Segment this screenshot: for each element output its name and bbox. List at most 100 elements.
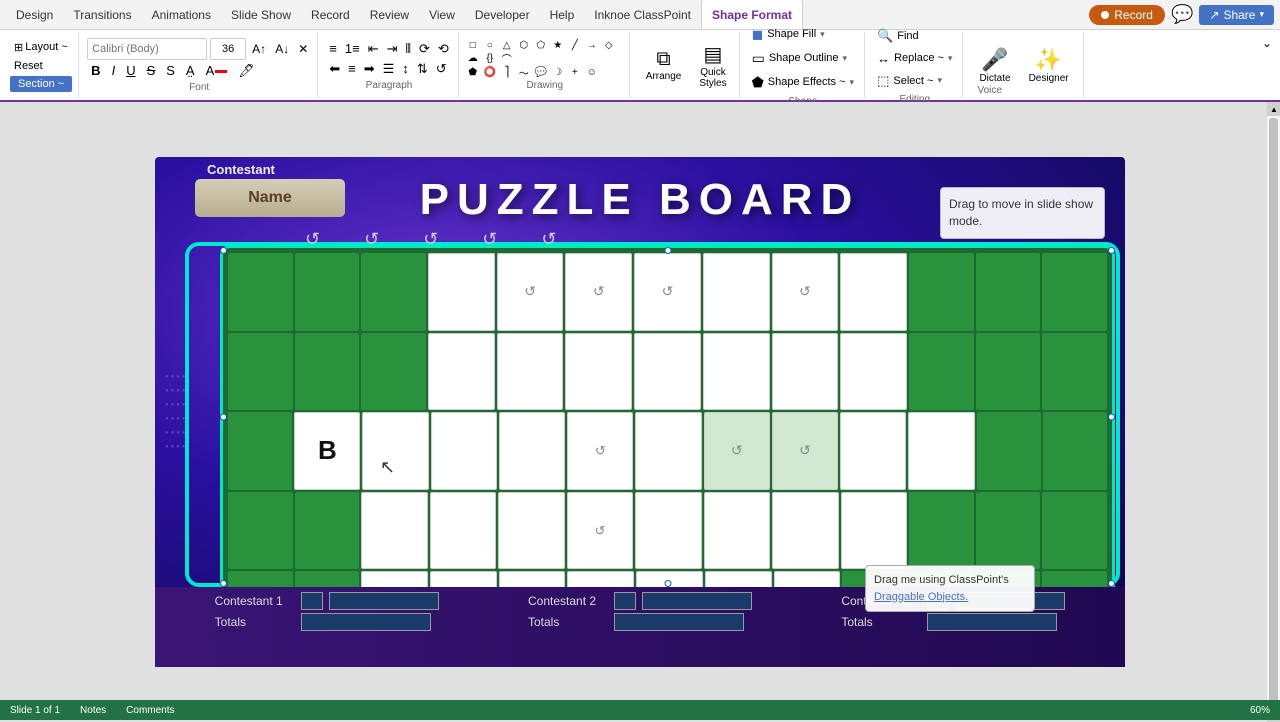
cell-1-7-rot[interactable]: ↺: [634, 253, 701, 331]
tab-transitions[interactable]: Transitions: [63, 1, 141, 29]
layout-icon: ⊞: [14, 41, 23, 54]
shape-moon[interactable]: ☽: [550, 66, 566, 78]
tab-help[interactable]: Help: [540, 1, 585, 29]
shape-ellipse[interactable]: ⭕: [482, 66, 498, 78]
replace-button[interactable]: ↔ Replace ~ ▾: [873, 49, 956, 68]
tab-view[interactable]: View: [419, 1, 465, 29]
shape-para[interactable]: ⬟: [465, 66, 481, 78]
tab-slideshow[interactable]: Slide Show: [221, 1, 301, 29]
shape-plus[interactable]: +: [567, 66, 583, 78]
clear-format-button[interactable]: ✕: [295, 41, 311, 57]
select-button[interactable]: ⬚ Select ~ ▾: [873, 71, 956, 91]
arrange-button[interactable]: ⧉ Arrange: [638, 45, 690, 85]
shape-brace[interactable]: ⎤: [499, 66, 515, 78]
find-button[interactable]: 🔍 Find: [873, 26, 956, 46]
contestant-3-total-box[interactable]: [927, 613, 1057, 631]
tab-classpoint[interactable]: Inknoe ClassPoint: [584, 1, 701, 29]
numbering-button[interactable]: 1≡: [342, 40, 363, 57]
share-button[interactable]: ↗ Share ▾: [1199, 5, 1274, 25]
contestant-1-box-lg[interactable]: [329, 592, 439, 610]
decrease-indent-button[interactable]: ⇤: [365, 40, 382, 58]
cell-3-6-rot[interactable]: ↺: [567, 412, 633, 490]
vertical-scrollbar[interactable]: ▲ ▼: [1266, 102, 1280, 722]
layout-button[interactable]: ⊞ Layout ~: [10, 39, 72, 56]
status-comments[interactable]: Comments: [126, 705, 174, 716]
smartart-button[interactable]: ⟲: [435, 40, 452, 58]
shape-hex[interactable]: ⬡: [516, 39, 532, 51]
font-size-input[interactable]: [210, 38, 246, 60]
tab-design[interactable]: Design: [6, 1, 63, 29]
shape-diamond[interactable]: ◇: [601, 39, 617, 51]
designer-button[interactable]: ✨ Designer: [1023, 44, 1075, 87]
shape-effects-button[interactable]: ⬟ Shape Effects ~ ▾: [748, 72, 858, 93]
cell-4-6-rot[interactable]: ↺: [567, 492, 634, 570]
contestant-2-box-sm[interactable]: [614, 592, 636, 610]
name-box[interactable]: Name: [195, 179, 345, 217]
contestant-2-score: Contestant 2 Totals: [528, 592, 752, 631]
scroll-thumb[interactable]: [1269, 118, 1278, 706]
tab-record[interactable]: Record: [301, 1, 360, 29]
comment-button[interactable]: 💬: [1171, 4, 1193, 25]
cell-1-9-rot[interactable]: ↺: [772, 253, 839, 331]
shape-callout[interactable]: 💬: [533, 66, 549, 78]
shape-outline-button[interactable]: ▭ Shape Outline ▾: [748, 48, 858, 69]
tab-developer[interactable]: Developer: [465, 1, 540, 29]
shape-line[interactable]: ╱: [567, 39, 583, 51]
cell-3-9-rot[interactable]: ↺: [772, 412, 838, 490]
font-name-input[interactable]: [87, 38, 207, 60]
shape-star[interactable]: ★: [550, 39, 566, 51]
quick-styles-button[interactable]: ▤ QuickStyles: [693, 39, 732, 92]
status-notes[interactable]: Notes: [80, 705, 106, 716]
text-direction-button[interactable]: ⇅: [414, 60, 431, 78]
ribbon-collapse-button[interactable]: ⌄: [1258, 32, 1276, 98]
contestant-2-box-lg[interactable]: [642, 592, 752, 610]
underline-button[interactable]: U: [122, 62, 139, 79]
contestant-2-total-box[interactable]: [614, 613, 744, 631]
reset-button[interactable]: Reset: [10, 58, 47, 74]
shape-outline-icon: ▭: [752, 50, 765, 67]
record-dot-icon: [1101, 11, 1109, 19]
direction-button[interactable]: ⟳: [416, 40, 433, 58]
justify-button[interactable]: ☰: [380, 60, 398, 78]
shape-wave[interactable]: 〜: [516, 66, 532, 78]
shape-oct[interactable]: ⬠: [533, 39, 549, 51]
char-spacing-button[interactable]: A̤: [182, 62, 199, 79]
shape-bracket[interactable]: {}: [482, 52, 498, 64]
shape-tri[interactable]: △: [499, 39, 515, 51]
shape-cloud[interactable]: ☁: [465, 52, 481, 64]
shape-arrow[interactable]: →: [584, 39, 600, 51]
tab-animations[interactable]: Animations: [142, 1, 221, 29]
shape-smiley[interactable]: ☺: [584, 66, 600, 78]
align-right-button[interactable]: ➡: [361, 60, 378, 78]
tab-review[interactable]: Review: [360, 1, 419, 29]
shape-circle[interactable]: ○: [482, 39, 498, 51]
align-center-button[interactable]: ≡: [345, 60, 359, 77]
bold-button[interactable]: B: [87, 62, 104, 79]
strikethrough-button[interactable]: S: [143, 62, 160, 79]
font-color-button[interactable]: A: [202, 62, 232, 79]
highlight-button[interactable]: 🖊: [234, 62, 259, 80]
dictate-button[interactable]: 🎤 Dictate: [973, 44, 1016, 87]
bullets-button[interactable]: ≡: [326, 40, 340, 57]
contestant-1-total-box[interactable]: [301, 613, 431, 631]
shape-curve[interactable]: ⌒: [499, 52, 515, 64]
scroll-up-button[interactable]: ▲: [1267, 102, 1280, 116]
columns-button[interactable]: ⫴: [403, 40, 414, 58]
increase-font-button[interactable]: A↑: [249, 41, 269, 57]
decrease-font-button[interactable]: A↓: [272, 41, 292, 57]
cell-1-6-rot[interactable]: ↺: [565, 253, 632, 331]
line-spacing-button[interactable]: ↕: [399, 60, 412, 77]
cell-1-5-rot[interactable]: ↺: [497, 253, 564, 331]
convert-button[interactable]: ↺: [433, 60, 450, 78]
shadow-button[interactable]: S: [162, 62, 179, 79]
increase-indent-button[interactable]: ⇥: [384, 40, 401, 58]
shape-fill-button[interactable]: ◼ Shape Fill ▾: [748, 24, 858, 45]
cp-hint-link[interactable]: Draggable Objects.: [874, 591, 968, 603]
shape-rect[interactable]: □: [465, 39, 481, 51]
contestant-1-box-sm[interactable]: [301, 592, 323, 610]
section-button[interactable]: Section ~: [10, 76, 72, 92]
align-left-button[interactable]: ⬅: [326, 60, 343, 78]
italic-button[interactable]: I: [108, 62, 120, 79]
record-button[interactable]: Record: [1089, 5, 1165, 25]
cell-3-8-rot[interactable]: ↺: [704, 412, 770, 490]
